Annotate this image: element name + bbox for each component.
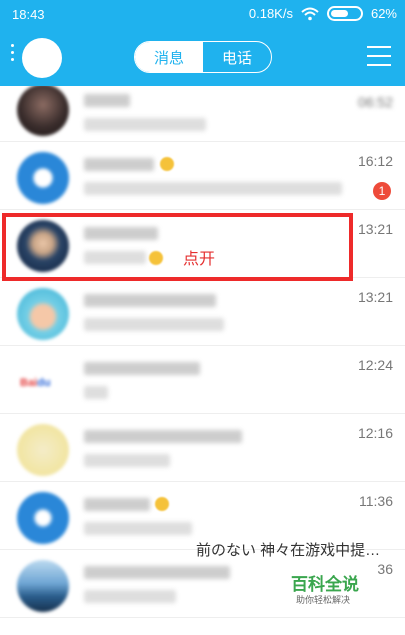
chat-time: 12:24 [357,357,393,373]
network-speed: 0.18K/s [248,6,293,21]
chat-avatar [17,560,69,612]
chat-time: 12:16 [357,425,393,441]
chat-time: 16:12 [357,153,393,169]
chat-preview-text: 前のない 神々在游戏中提… [196,542,381,559]
chat-time: 11:36 [359,493,393,509]
chat-avatar: Baidu [17,356,69,408]
chat-time: 13:21 [357,289,393,305]
chat-row[interactable]: 13:21 [0,278,405,346]
chat-avatar [17,152,69,204]
chat-time: 06:52 [357,94,393,110]
chat-time: 13:21 [357,221,393,237]
highlight-box [2,213,353,281]
watermark-logo: 百科全说 [291,575,359,594]
watermark-subtitle: 助你轻松解决 [296,595,351,605]
chat-row[interactable]: Baidu 12:24 [0,346,405,414]
chat-avatar [17,288,69,340]
chat-row[interactable]: 06:52 [0,86,405,142]
chat-row[interactable]: 16:12 1 [0,142,405,210]
more-dots-icon[interactable] [11,44,15,64]
status-right: 0.18K/s 62% [249,6,397,21]
tab-switcher: 消息 电话 [134,41,272,73]
chat-avatar [17,86,69,136]
annotation-label: 点开 [183,251,216,268]
battery-icon [326,6,363,21]
tab-calls[interactable]: 电话 [203,42,271,72]
app-header: 消息 电话 [0,30,405,86]
user-avatar[interactable] [22,38,62,78]
chat-avatar [17,492,69,544]
unread-badge: 1 [373,182,391,200]
menu-icon[interactable] [367,46,391,66]
status-bar: 18:43 0.18K/s 62% [0,0,405,30]
tab-messages[interactable]: 消息 [135,42,203,72]
status-time: 18:43 [12,7,45,22]
chat-time: 36 [377,561,393,577]
wifi-icon [301,7,319,21]
chat-avatar [17,424,69,476]
battery-percent: 62% [370,6,397,21]
chat-row[interactable]: 12:16 [0,414,405,482]
